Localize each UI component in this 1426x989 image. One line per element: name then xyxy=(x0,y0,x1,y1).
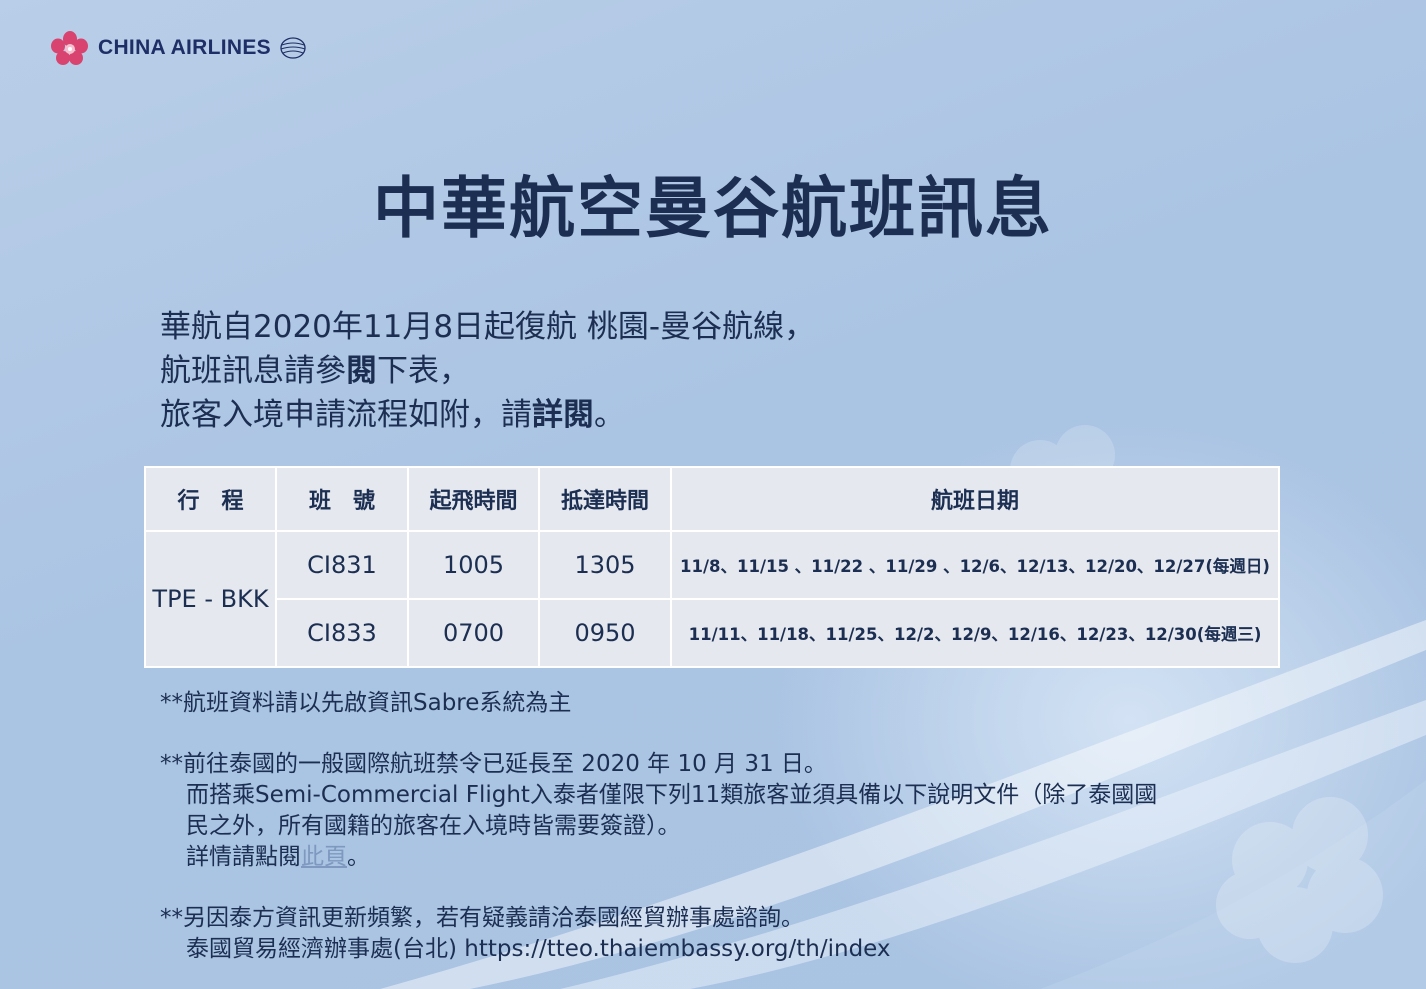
intro-line-3-bold: 詳閱 xyxy=(532,397,594,433)
china-airlines-logo: CHINA AIRLINES xyxy=(48,30,309,66)
note-sabre-text: **航班資料請以先啟資訊Sabre系統為主 xyxy=(160,690,572,716)
details-page-link[interactable]: 此頁 xyxy=(301,844,347,870)
flight-dates-cell: 11/11、11/18、11/25、12/2、12/9、12/16、12/23、… xyxy=(670,598,1280,668)
intro-line-3-text: 旅客入境申請流程如附，請 xyxy=(160,397,532,433)
header-flight-dates: 航班日期 xyxy=(670,466,1280,532)
arrival-time-cell: 0950 xyxy=(538,598,672,668)
intro-line-3-end: 。 xyxy=(594,397,625,433)
note-sabre: **航班資料請以先啟資訊Sabre系統為主 xyxy=(160,688,571,719)
note-thai-office-line-2: 泰國貿易經濟辦事處(台北) https://tteo.thaiembassy.o… xyxy=(186,936,891,962)
note-thai-office-line-1: **另因泰方資訊更新頻繁，若有疑義請洽泰國經貿辦事處諮詢。 xyxy=(160,905,804,931)
note-entry-ban: **前往泰國的一般國際航班禁令已延長至 2020 年 10 月 31 日。 而搭… xyxy=(160,749,1157,873)
departure-time-cell: 1005 xyxy=(407,530,540,600)
plum-blossom-icon xyxy=(51,31,88,65)
table-header-row: 行 程 班 號 起飛時間 抵達時間 航班日期 xyxy=(144,466,1280,532)
watermark-blossom xyxy=(1216,797,1383,963)
intro-line-1: 華航自2020年11月8日起復航 桃園-曼谷航線， xyxy=(160,309,816,345)
note-entry-ban-line-1: **前往泰國的一般國際航班禁令已延長至 2020 年 10 月 31 日。 xyxy=(160,751,827,777)
header-arrival-time: 抵達時間 xyxy=(538,466,672,532)
table-row: CI833 0700 0950 11/11、11/18、11/25、12/2、1… xyxy=(145,598,1280,668)
page-title: 中華航空曼谷航班訊息 xyxy=(373,170,1053,247)
departure-time-cell: 0700 xyxy=(407,598,540,668)
flight-dates-cell: 11/8、11/15 、11/22 、11/29 、12/6、12/13、12/… xyxy=(670,530,1280,600)
logo-text: CHINA AIRLINES xyxy=(98,36,271,59)
note-entry-ban-line-3: 民之外，所有國籍的旅客在入境時皆需要簽證）。 xyxy=(186,813,681,839)
header-route: 行 程 xyxy=(144,466,277,532)
intro-text: 華航自2020年11月8日起復航 桃園-曼谷航線， 航班訊息請參閱下表， 旅客入… xyxy=(160,305,815,437)
note-details-end: 。 xyxy=(347,844,370,870)
intro-line-3: 旅客入境申請流程如附，請詳閱。 xyxy=(160,393,815,437)
note-thai-office: **另因泰方資訊更新頻繁，若有疑義請洽泰國經貿辦事處諮詢。 泰國貿易經濟辦事處(… xyxy=(160,903,891,965)
flight-schedule-table: 行 程 班 號 起飛時間 抵達時間 航班日期 TPE - BKK CI831 1… xyxy=(144,466,1280,668)
note-details-text: 詳情請點閱 xyxy=(186,844,301,870)
intro-line-2-end: 下表， xyxy=(377,353,470,389)
intro-line-2-text: 航班訊息請參 xyxy=(160,353,346,389)
table-row: TPE - BKK CI831 1005 1305 11/8、11/15 、11… xyxy=(144,530,1280,668)
header-departure-time: 起飛時間 xyxy=(407,466,540,532)
intro-line-2-bold: 閱 xyxy=(346,353,377,389)
route-cell: TPE - BKK xyxy=(144,530,277,668)
header-flight-number: 班 號 xyxy=(275,466,409,532)
intro-line-2: 航班訊息請參閱下表， xyxy=(160,349,815,393)
flight-number-cell: CI833 xyxy=(275,598,409,668)
note-entry-ban-line-4: 詳情請點閱此頁。 xyxy=(160,842,1157,873)
arrival-time-cell: 1305 xyxy=(538,530,672,600)
globe-icon xyxy=(280,37,306,59)
note-entry-ban-line-2: 而搭乘Semi-Commercial Flight入泰者僅限下列11類旅客並須具… xyxy=(186,782,1158,808)
flight-number-cell: CI831 xyxy=(275,530,409,600)
